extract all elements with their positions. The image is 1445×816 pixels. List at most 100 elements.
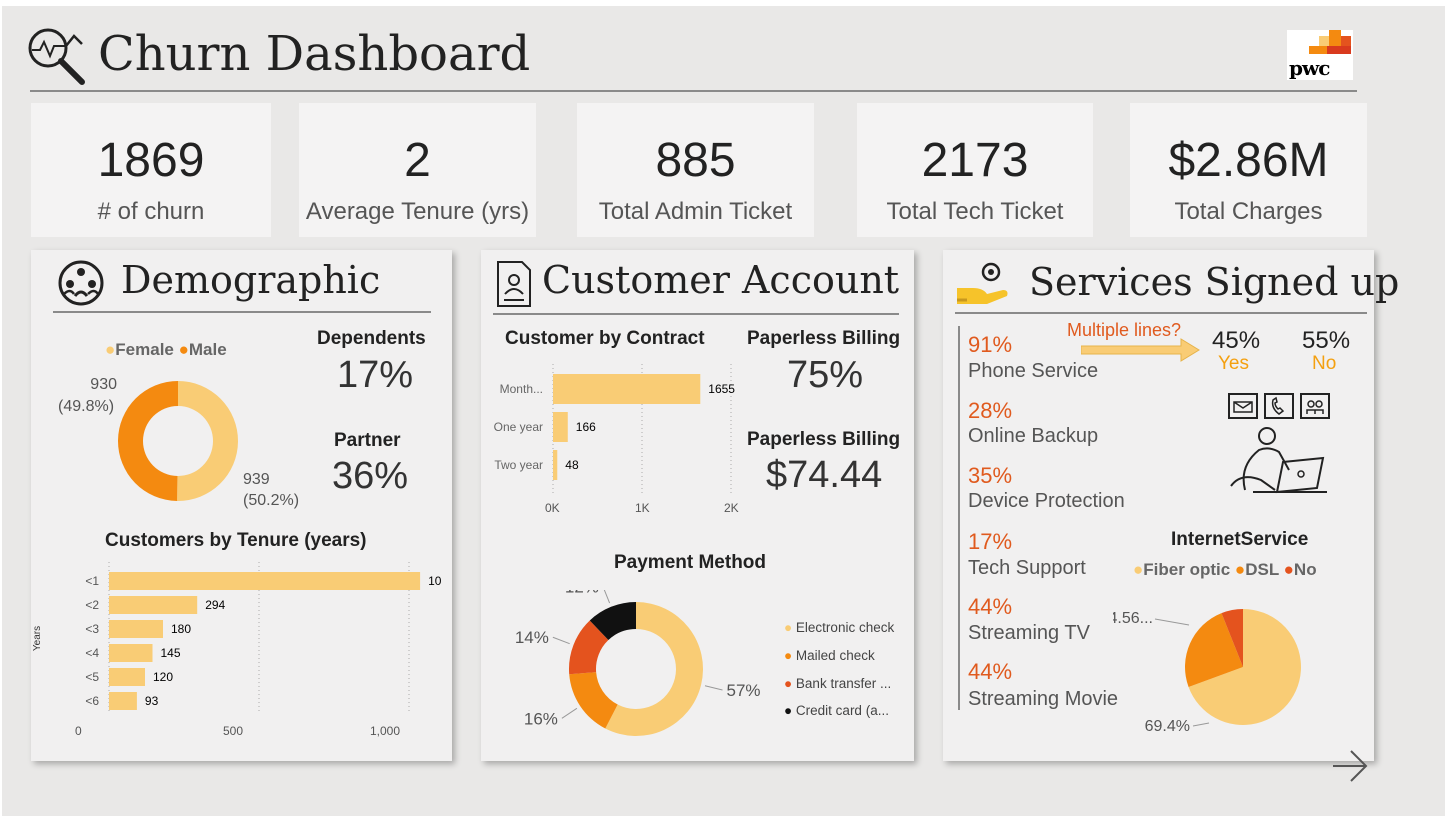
legend-item-mailed-check: ● Mailed check [784, 648, 875, 663]
legend-item-bank-transfer: ● Bank transfer ... [784, 676, 892, 691]
tenure-category-label-0: <1 [85, 574, 99, 588]
card-divider [493, 313, 899, 315]
service-pct-backup: 28% [968, 398, 1013, 423]
legend-dot-female: ● [105, 340, 116, 359]
contract-value-label-1: 166 [576, 420, 596, 434]
female-pct-label: (50.2%) [243, 492, 300, 509]
kpi-label: # of churn [97, 198, 205, 225]
payment-chart-title: Payment Method [614, 552, 767, 573]
payment-data-label-0: 57% [726, 681, 760, 700]
multiple-lines-yes-label: Yes [1218, 353, 1249, 374]
pwc-logo: pwc [1287, 30, 1353, 80]
hand-gear-icon [957, 262, 1008, 304]
dependents-label: Dependents [317, 328, 426, 349]
contract-bar-0 [553, 374, 701, 404]
contract-category-label-1: One year [494, 420, 543, 434]
kpi-card-admin-ticket: 885 Total Admin Ticket [577, 103, 814, 237]
legend-label: Bank transfer ... [795, 676, 892, 691]
kpi-value: 885 [655, 134, 736, 187]
legend-label: Electronic check [795, 620, 895, 635]
contract-chart-title: Customer by Contract [505, 328, 705, 349]
tenure-category-label-2: <3 [85, 622, 99, 636]
kpi-value: 1869 [97, 134, 205, 187]
service-pct-tech: 17% [968, 529, 1013, 554]
kpi-card-tenure: 2 Average Tenure (yrs) [299, 103, 536, 237]
legend-label-fiber: Fiber optic [1143, 560, 1231, 579]
tenure-value-label-1: 294 [205, 598, 225, 612]
legend-label-dsl: DSL [1245, 560, 1279, 579]
contract-value-label-2: 48 [565, 458, 579, 472]
payment-leader-line-0 [704, 685, 723, 691]
tenure-bar-5 [109, 692, 137, 710]
tenure-tick-0: 0 [75, 724, 82, 738]
internet-leader-fiber [1192, 722, 1210, 727]
gender-legend: ●Female ●Male [105, 340, 227, 360]
legend-label-no: No [1293, 560, 1317, 579]
card-title: Customer Account [542, 258, 900, 302]
services-list-rule [958, 326, 960, 710]
tenure-value-label-2: 180 [171, 622, 191, 636]
service-name-movie: Streaming Movie [968, 688, 1119, 710]
payment-leader-line-2 [552, 636, 570, 645]
demographic-card: Demographic ●Female ●Male 930 (49.8%) 93… [31, 250, 452, 761]
kpi-label: Total Admin Ticket [598, 198, 793, 225]
multiple-lines-no-label: No [1312, 353, 1337, 374]
contract-category-label-2: Two year [494, 458, 543, 472]
internet-label-fiber: 69.4% [1145, 718, 1190, 735]
gender-slice-0 [177, 381, 238, 501]
service-name-device: Device Protection [968, 490, 1125, 512]
multiple-lines-no-pct: 55% [1302, 327, 1351, 354]
payment-data-label-1: 16% [524, 709, 558, 728]
female-count-label: 939 [243, 471, 270, 488]
user-laptop-services-icon [1228, 393, 1330, 494]
tenure-value-label-3: 145 [161, 646, 181, 660]
service-pct-tv: 44% [968, 594, 1013, 619]
contract-tick-1k: 1K [635, 501, 650, 515]
internet-chart-title: InternetService [1171, 529, 1309, 550]
kpi-card-total-charges: $2.86M Total Charges [1130, 103, 1367, 237]
tenure-category-label-5: <6 [85, 694, 99, 708]
service-name-phone: Phone Service [968, 360, 1099, 382]
kpi-value: 2173 [921, 134, 1029, 187]
tenure-tick-500: 500 [223, 724, 244, 738]
legend-dot-dsl: ● [1234, 560, 1246, 579]
tenure-tick-1000: 1,000 [370, 724, 401, 738]
card-title: Demographic [121, 258, 381, 302]
dashboard-canvas: Churn Dashboard pwc 1869 # of churn 2 Av… [2, 6, 1445, 816]
male-count-label: 930 [90, 376, 117, 393]
people-network-icon [58, 260, 104, 306]
tenure-chart-title: Customers by Tenure (years) [105, 530, 367, 551]
payment-leader-line-1 [561, 707, 578, 719]
tenure-bar-chart: 1037 <1 294 <2 180 <3 145 <4 120 <5 93 <6 [85, 562, 441, 712]
next-page-arrow-icon[interactable] [1331, 748, 1371, 784]
arrow-right-icon [1081, 338, 1200, 362]
legend-label-female: Female [115, 340, 174, 359]
kpi-card-churn: 1869 # of churn [31, 103, 271, 237]
monthly-charge-value: $74.44 [766, 454, 883, 496]
kpi-label: Total Tech Ticket [886, 198, 1064, 225]
tenure-category-label-4: <5 [85, 670, 99, 684]
paperless-billing-label: Paperless Billing [747, 328, 901, 349]
service-name-backup: Online Backup [968, 425, 1099, 447]
tenure-value-label-4: 120 [153, 670, 173, 684]
tenure-category-label-1: <2 [85, 598, 99, 612]
dependents-value: 17% [337, 354, 414, 396]
tenure-bar-1 [109, 596, 198, 614]
contract-tick-0k: 0K [545, 501, 560, 515]
contract-tick-2k: 2K [724, 501, 739, 515]
card-title: Services Signed up [1029, 260, 1400, 304]
gender-slice-1 [117, 381, 178, 501]
legend-label: Credit card (a... [795, 703, 889, 718]
payment-data-label-2: 14% [515, 628, 549, 647]
payment-donut-chart: 57% 16% 14% 12% [515, 590, 761, 736]
tenure-bar-0 [109, 572, 421, 590]
services-card: Services Signed up 91% Phone Service 28%… [943, 250, 1399, 761]
service-pct-phone: 91% [968, 332, 1013, 357]
card-divider [53, 311, 431, 313]
card-divider [955, 312, 1367, 314]
kpi-label: Average Tenure (yrs) [305, 198, 530, 225]
legend-label: Mailed check [795, 648, 875, 663]
page-title: Churn Dashboard [98, 26, 531, 82]
internet-label-dsl: 24.56... [1113, 610, 1153, 627]
kpi-value: $2.86M [1168, 134, 1329, 187]
